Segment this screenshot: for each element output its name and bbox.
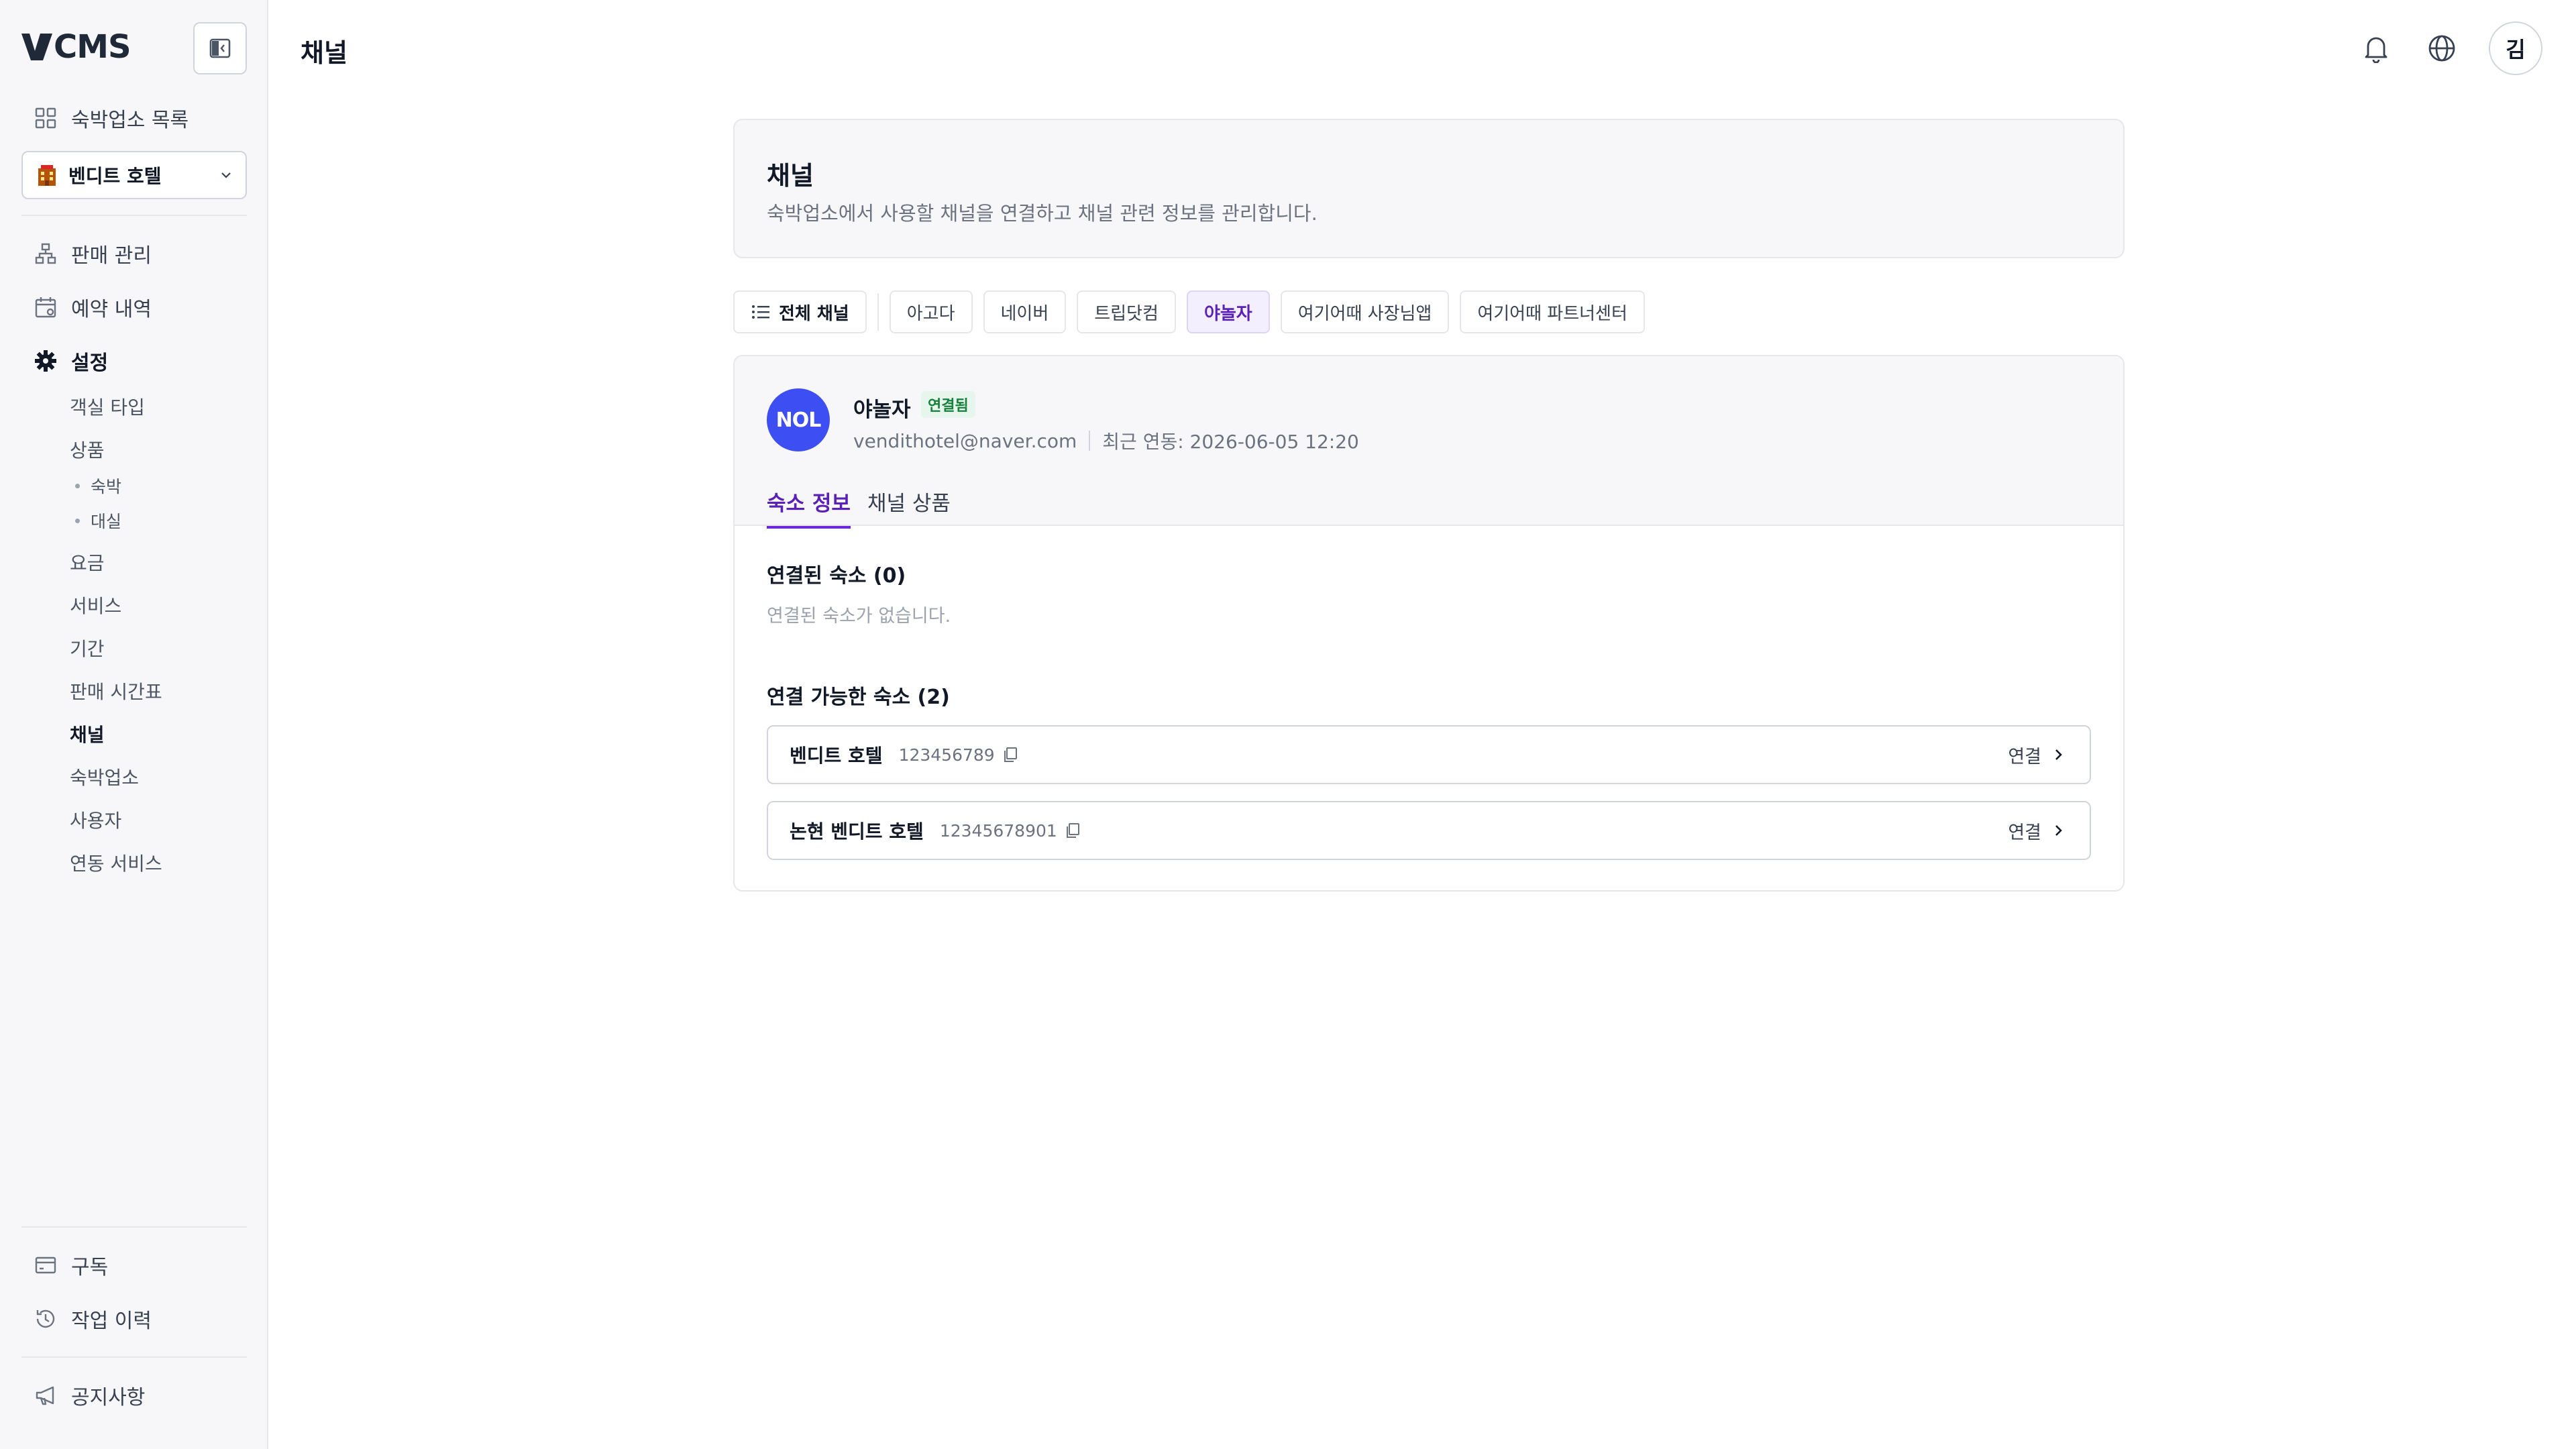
card-icon <box>34 1253 58 1277</box>
available-property-row[interactable]: 벤디트 호텔 123456789 연결 <box>767 725 2091 784</box>
nav-label: 공지사항 <box>71 1386 146 1409</box>
available-property-row[interactable]: 논현 벤디트 호텔 12345678901 연결 <box>767 801 2091 860</box>
channel-card: NOL 야놀자 연결됨 vendithotel@naver.com 최근 연동:… <box>733 355 2125 892</box>
chevron-down-icon <box>221 172 231 178</box>
property-select-value: 벤디트 호텔 <box>68 165 162 187</box>
app-logo[interactable]: CMS <box>21 30 131 64</box>
chevron-right-icon <box>2055 749 2062 760</box>
hotel-icon <box>38 165 56 186</box>
available-section-title: 연결 가능한 숙소 (2) <box>767 686 950 709</box>
settings-channel[interactable]: 채널 <box>70 720 105 747</box>
bullet-dot <box>75 518 80 523</box>
settings-users[interactable]: 사용자 <box>70 806 121 833</box>
sidebar-toggle-icon <box>209 38 231 58</box>
gear-icon <box>34 349 58 373</box>
channel-email: vendithotel@naver.com <box>853 429 1077 452</box>
meta-divider <box>1089 431 1091 451</box>
page-title: 채널 <box>301 38 347 68</box>
property-select[interactable]: 벤디트 호텔 <box>21 151 247 199</box>
filter-agoda[interactable]: 아고다 <box>889 290 973 333</box>
sidebar-divider <box>21 1356 247 1358</box>
filter-yanolja[interactable]: 야놀자 <box>1186 290 1270 333</box>
filter-naver[interactable]: 네이버 <box>983 290 1067 333</box>
language-button[interactable] <box>2423 30 2461 67</box>
empty-message: 연결된 숙소가 없습니다. <box>767 606 951 627</box>
filter-trip[interactable]: 트립닷컴 <box>1077 290 1176 333</box>
nav-job-history[interactable]: 작업 이력 <box>34 1303 152 1335</box>
logo-text: CMS <box>54 28 131 66</box>
channel-name: 야놀자 <box>853 398 911 422</box>
property-id: 123456789 <box>898 745 995 765</box>
v-logo-icon <box>21 34 52 60</box>
filter-all-channels[interactable]: 전체 채널 <box>733 290 867 333</box>
globe-icon <box>2428 35 2455 62</box>
copy-icon[interactable] <box>1064 822 1081 839</box>
nav-label: 설정 <box>71 352 109 375</box>
property-id: 12345678901 <box>939 820 1057 841</box>
sub-label: 숙박 <box>91 477 122 496</box>
intro-card: 채널 숙박업소에서 사용할 채널을 연결하고 채널 관련 정보를 관리합니다. <box>733 119 2125 258</box>
nav-label: 숙박업소 목록 <box>71 109 189 132</box>
notification-button[interactable] <box>2357 30 2395 67</box>
channel-logo: NOL <box>767 388 830 451</box>
channel-card-header: NOL 야놀자 연결됨 vendithotel@naver.com 최근 연동:… <box>735 356 2123 529</box>
nav-subscription[interactable]: 구독 <box>34 1249 108 1281</box>
channel-meta: vendithotel@naver.com 최근 연동: 2026-06-05 … <box>853 427 1359 454</box>
status-badge: 연결됨 <box>921 391 975 418</box>
chevron-right-icon <box>2055 825 2062 836</box>
calendar-icon <box>34 295 58 319</box>
property-name: 논현 벤디트 호텔 <box>790 820 924 843</box>
sidebar-divider <box>21 1226 247 1228</box>
filter-yeogi-partner-center[interactable]: 여기어때 파트너센터 <box>1460 290 1645 333</box>
settings-sales-timetable[interactable]: 판매 시간표 <box>70 678 162 704</box>
settings-property[interactable]: 숙박업소 <box>70 763 139 790</box>
chip-divider <box>877 293 879 331</box>
sidebar: CMS 숙박업소 목록 벤디트 호텔 판매 관리 예약 내역 설정 객실 타입 … <box>0 0 268 1449</box>
nav-label: 판매 관리 <box>71 244 152 268</box>
channel-filter: 전체 채널 아고다 네이버 트립닷컴 야놀자 여기어때 사장님앱 여기어때 파트… <box>733 290 1656 333</box>
settings-product-rental[interactable]: 대실 <box>75 508 121 533</box>
copy-icon[interactable] <box>1002 746 1019 763</box>
last-sync: 최근 연동: 2026-06-05 12:20 <box>1102 431 1359 453</box>
history-icon <box>34 1307 58 1331</box>
sidebar-collapse-button[interactable] <box>193 22 247 74</box>
nav-settings[interactable]: 설정 <box>34 345 108 377</box>
property-name: 벤디트 호텔 <box>790 745 883 767</box>
nav-label: 예약 내역 <box>71 298 152 321</box>
settings-service[interactable]: 서비스 <box>70 592 121 619</box>
connect-button[interactable]: 연결 <box>2008 818 2041 844</box>
sitemap-icon <box>34 241 58 266</box>
nav-sales[interactable]: 판매 관리 <box>34 237 152 270</box>
settings-room-type[interactable]: 객실 타입 <box>70 393 145 420</box>
filter-yeogi-owner-app[interactable]: 여기어때 사장님앱 <box>1280 290 1450 333</box>
nav-label: 작업 이력 <box>71 1309 152 1333</box>
sub-label: 대실 <box>91 512 122 531</box>
connect-button[interactable]: 연결 <box>2008 742 2041 768</box>
settings-period[interactable]: 기간 <box>70 635 105 661</box>
tab-property-info[interactable]: 숙소 정보 <box>767 486 851 529</box>
settings-product[interactable]: 상품 <box>70 436 105 463</box>
settings-product-stay[interactable]: 숙박 <box>75 474 121 498</box>
settings-rate[interactable]: 요금 <box>70 549 105 576</box>
sidebar-divider <box>21 215 247 216</box>
bell-icon <box>2365 37 2387 63</box>
chip-label: 전체 채널 <box>779 303 849 324</box>
nav-label: 구독 <box>71 1256 109 1279</box>
nav-reservations[interactable]: 예약 내역 <box>34 291 152 323</box>
settings-integration[interactable]: 연동 서비스 <box>70 849 162 876</box>
list-icon <box>752 305 769 319</box>
intro-description: 숙박업소에서 사용할 채널을 연결하고 채널 관련 정보를 관리합니다. <box>767 202 1318 225</box>
grid-icon <box>34 106 58 130</box>
connected-section-title: 연결된 숙소 (0) <box>767 564 906 588</box>
tab-channel-products[interactable]: 채널 상품 <box>867 486 951 526</box>
nav-property-list[interactable]: 숙박업소 목록 <box>34 102 189 134</box>
nav-notices[interactable]: 공지사항 <box>34 1379 145 1411</box>
user-avatar[interactable]: 김 <box>2489 21 2542 75</box>
megaphone-icon <box>34 1383 58 1407</box>
intro-title: 채널 <box>767 161 814 191</box>
bullet-dot <box>75 483 80 488</box>
